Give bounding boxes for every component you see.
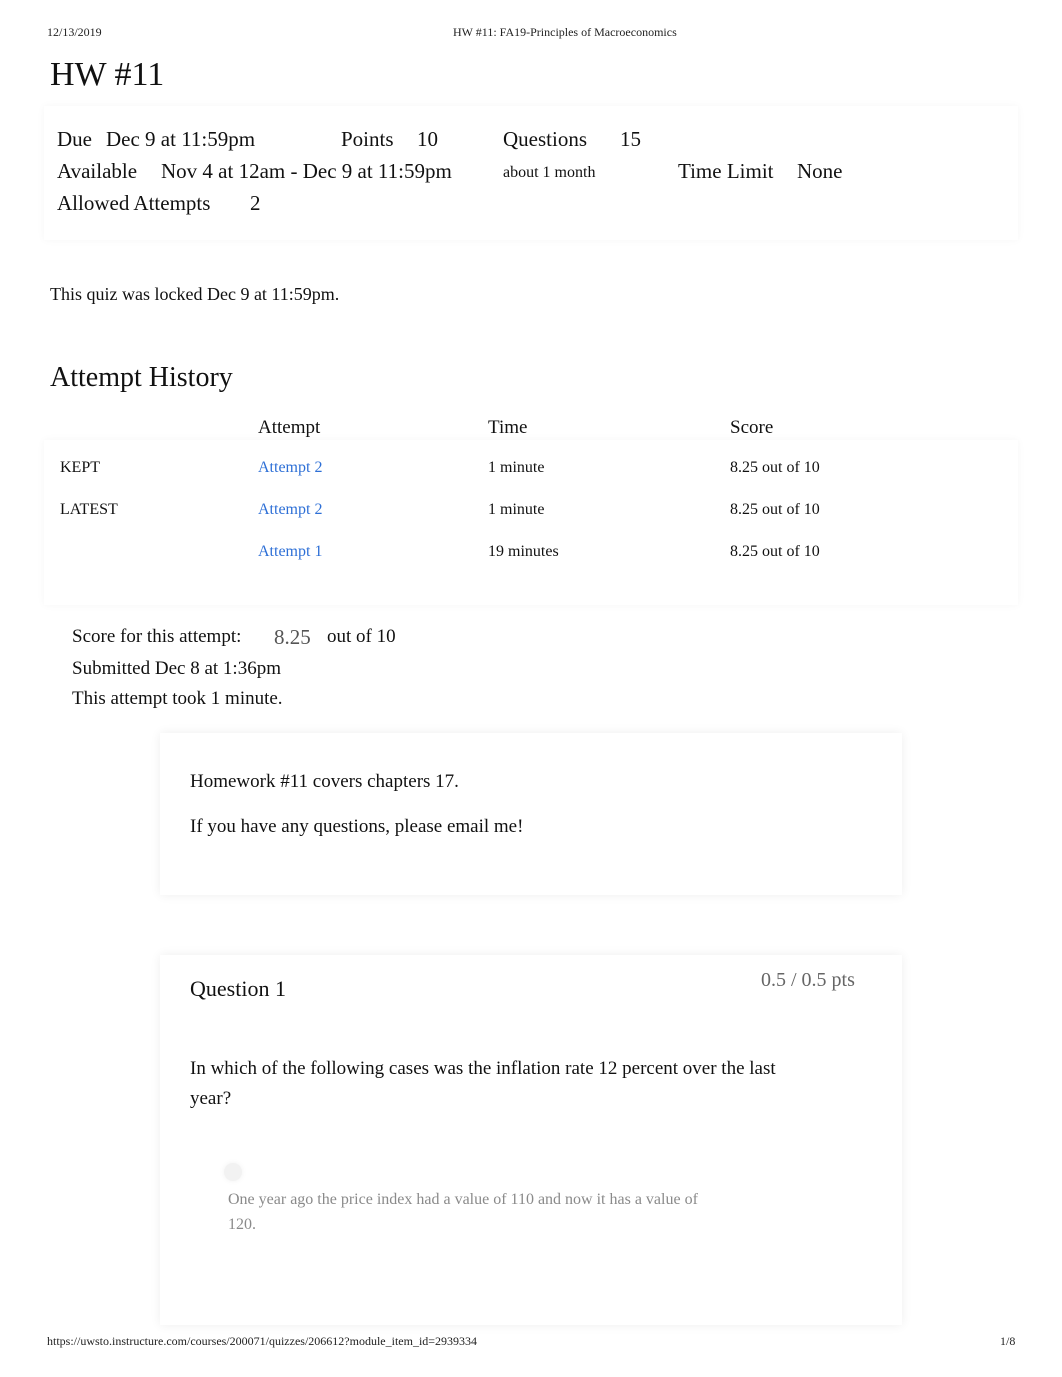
answer-radio[interactable] — [224, 1163, 242, 1181]
column-header-score: Score — [730, 417, 774, 438]
answer-text-line-1: One year ago the price index had a value… — [228, 1191, 698, 1208]
attempt-score: 8.25 out of 10 — [730, 501, 820, 518]
print-title: HW #11: FA19-Principles of Macroeconomic… — [453, 25, 677, 39]
questions-label: Questions — [503, 127, 587, 151]
instructions-card — [160, 733, 902, 895]
attempt-tag: KEPT — [60, 459, 100, 476]
attempt-score: 8.25 out of 10 — [730, 459, 820, 476]
question-prompt-line-1: In which of the following cases was the … — [190, 1058, 776, 1079]
time-limit-value: None — [797, 159, 843, 183]
attempt-duration: This attempt took 1 minute. — [72, 688, 283, 709]
attempt-time: 1 minute — [488, 459, 545, 476]
question-points: 0.5 / 0.5 pts — [761, 969, 855, 991]
due-value: Dec 9 at 11:59pm — [106, 127, 256, 151]
question-title: Question 1 — [190, 976, 286, 1001]
column-header-time: Time — [488, 417, 528, 438]
instructions-line-1: Homework #11 covers chapters 17. — [190, 771, 459, 792]
page-title: HW #11 — [50, 56, 165, 93]
column-header-attempt: Attempt — [258, 417, 321, 438]
attempt-time: 19 minutes — [488, 543, 559, 560]
attempt-link[interactable]: Attempt 1 — [258, 543, 322, 561]
attempt-time: 1 minute — [488, 501, 545, 518]
attempt-tag: LATEST — [60, 501, 118, 518]
points-value: 10 — [417, 127, 438, 151]
points-label: Points — [341, 127, 394, 151]
locked-notice: This quiz was locked Dec 9 at 11:59pm. — [50, 284, 340, 304]
page-number: 1/8 — [1000, 1334, 1016, 1348]
questions-value: 15 — [620, 127, 641, 151]
allowed-attempts-value: 2 — [250, 191, 261, 215]
attempt-history-heading: Attempt History — [50, 362, 233, 393]
score-value: 8.25 — [274, 625, 311, 649]
available-duration: about 1 month — [503, 164, 596, 181]
score-label: Score for this attempt: — [72, 626, 242, 647]
attempt-link[interactable]: Attempt 2 — [258, 501, 322, 519]
allowed-attempts-label: Allowed Attempts — [57, 191, 211, 215]
submitted-time: Submitted Dec 8 at 1:36pm — [72, 658, 281, 679]
score-total: out of 10 — [327, 626, 396, 647]
print-url: https://uwsto.instructure.com/courses/20… — [47, 1334, 478, 1348]
attempt-score: 8.25 out of 10 — [730, 543, 820, 560]
instructions-line-2: If you have any questions, please email … — [190, 816, 524, 837]
answer-text-line-2: 120. — [228, 1216, 256, 1233]
question-card — [160, 955, 902, 1325]
available-value: Nov 4 at 12am - Dec 9 at 11:59pm — [161, 159, 452, 183]
available-label: Available — [57, 159, 138, 183]
due-label: Due — [57, 127, 92, 151]
question-prompt-line-2: year? — [190, 1088, 232, 1109]
time-limit-label: Time Limit — [678, 159, 774, 183]
print-date: 12/13/2019 — [47, 25, 102, 39]
attempt-link[interactable]: Attempt 2 — [258, 459, 322, 477]
